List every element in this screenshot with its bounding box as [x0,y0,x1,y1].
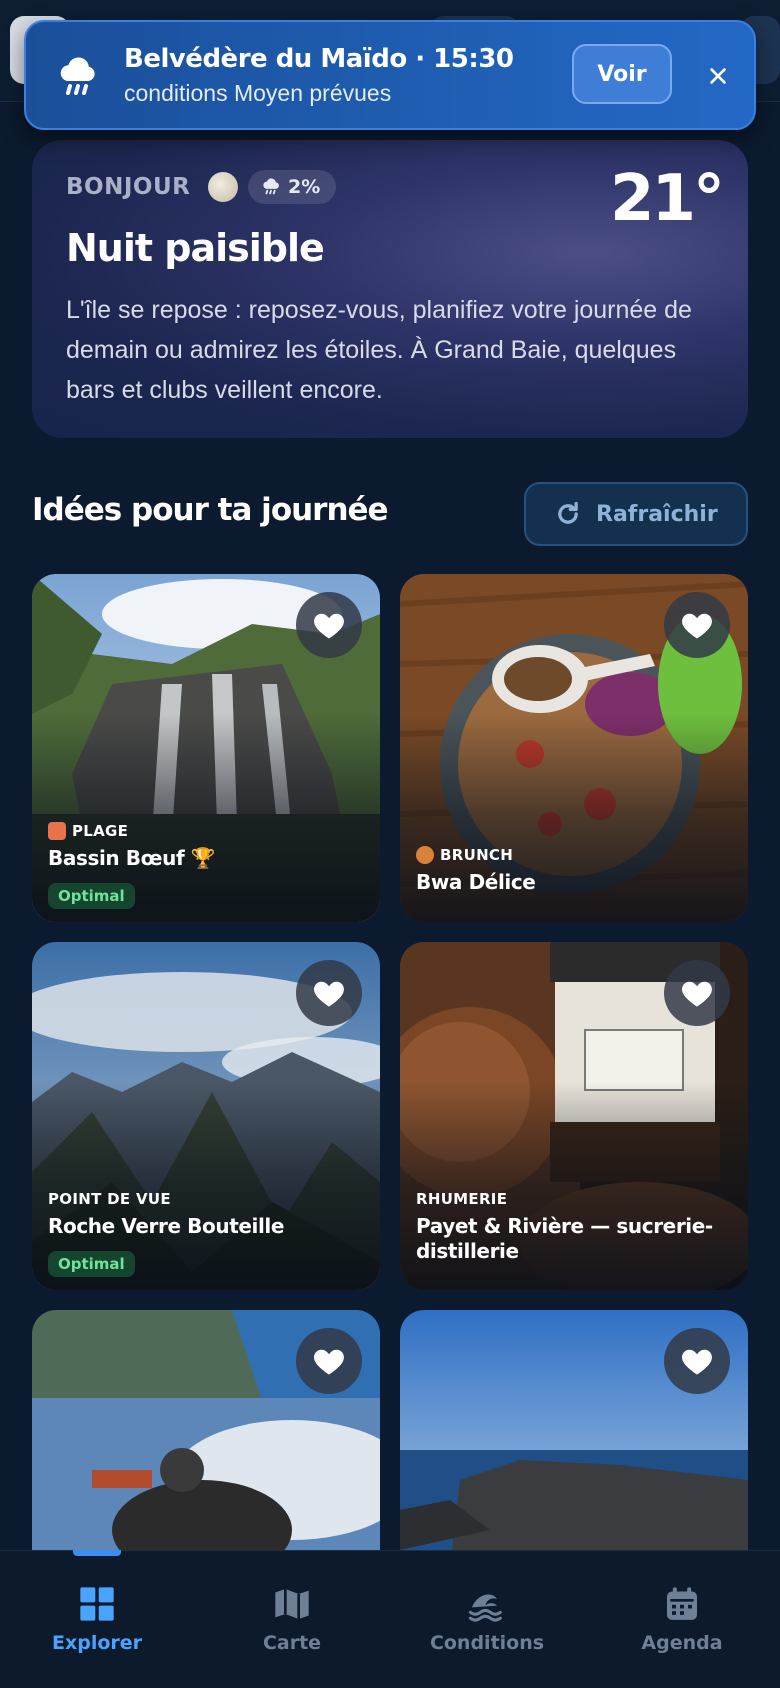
heart-icon [682,981,712,1007]
favorite-button[interactable] [664,960,730,1026]
card-title: Payet & Rivière — sucrerie-distillerie [416,1214,713,1263]
card-category: PLAGE [48,822,128,840]
card-category: BRUNCH [416,846,513,864]
notification-title: Belvédère du Maïdo · 15:30 [124,44,514,74]
rain-chance-pill: 2% [248,170,336,204]
hero-title: Nuit paisible [66,226,325,270]
heart-icon [314,981,344,1007]
tab-agenda[interactable]: Agenda [602,1584,762,1664]
refresh-label: Rafraîchir [596,501,718,527]
refresh-button[interactable]: Rafraîchir [524,482,748,546]
tab-label: Agenda [641,1632,723,1654]
favorite-button[interactable] [296,592,362,658]
status-badge: Optimal [48,1251,135,1277]
map-icon [275,1589,309,1619]
rain-cloud-icon [263,178,279,195]
temperature: 21° [609,162,725,236]
croissant-icon [416,846,434,864]
refresh-icon [558,501,578,524]
moon-icon [208,172,238,202]
rain-cloud-icon [60,57,95,95]
heart-icon [314,613,344,639]
calendar-icon [667,1587,697,1620]
card-title: Bwa Délice [416,870,536,894]
heart-icon [314,1349,344,1375]
tab-conditions[interactable]: Conditions [407,1584,567,1664]
tab-label: Conditions [429,1632,545,1654]
tab-explorer[interactable]: Explorer [17,1584,177,1664]
active-tab-indicator [73,1550,121,1556]
hero-description: L'île se repose : reposez-vous, planifie… [66,296,692,404]
tab-carte[interactable]: Carte [212,1584,372,1664]
card-title: Roche Verre Bouteille [48,1214,285,1238]
tab-label: Explorer [51,1632,143,1654]
card-category: RHUMERIE [416,1190,508,1208]
section-title: Idées pour ta journée [32,492,389,528]
favorite-button[interactable] [296,1328,362,1394]
status-badge: Optimal [48,883,135,909]
card-category: POINT DE VUE [48,1190,171,1208]
card-title: Bassin Bœuf 🏆 [48,846,216,870]
favorite-button[interactable] [296,960,362,1026]
view-button[interactable]: Voir [572,44,672,104]
idea-card[interactable]: BRUNCH Bwa Délice [400,574,748,922]
close-button[interactable] [700,58,736,94]
greeting-label: BONJOUR [66,174,191,200]
weather-hero-card: BONJOUR 2% 21° Nuit paisible L'île se re… [32,140,748,438]
idea-card[interactable]: POINT DE VUE Roche Verre Bouteille Optim… [32,942,380,1290]
notification-subtitle: conditions Moyen prévues [124,80,392,106]
notification-banner[interactable]: Belvédère du Maïdo · 15:30 conditions Mo… [24,20,756,130]
idea-card[interactable]: RHUMERIE Payet & Rivière — sucrerie-dist… [400,942,748,1290]
heart-icon [682,1349,712,1375]
grid-icon [80,1587,114,1621]
rain-chance-value: 2% [288,176,321,198]
close-icon [710,68,726,84]
swimmer-icon [48,822,66,840]
tab-label: Carte [262,1632,322,1654]
favorite-button[interactable] [664,1328,730,1394]
heart-icon [682,613,712,639]
idea-card[interactable]: PLAGE Bassin Bœuf 🏆 Optimal [32,574,380,922]
favorite-button[interactable] [664,592,730,658]
wave-icon [468,1594,502,1622]
